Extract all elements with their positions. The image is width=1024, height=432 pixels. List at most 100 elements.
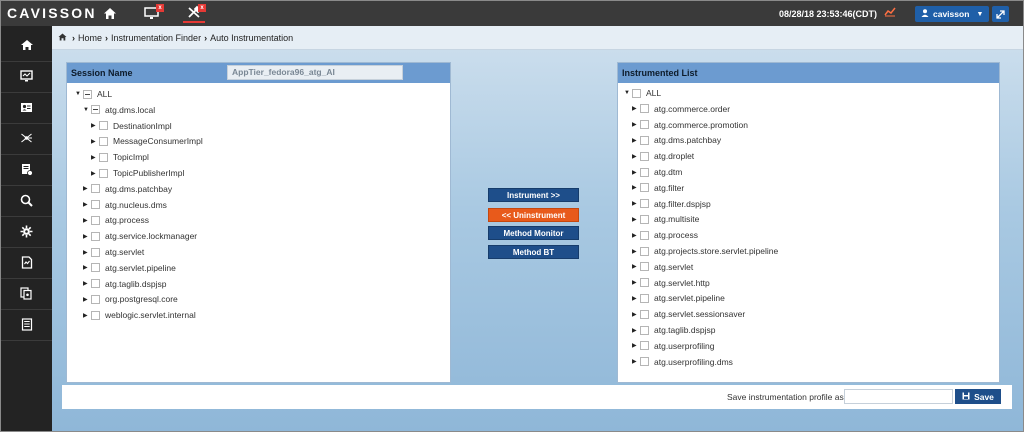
tree-node[interactable]: ▶ atg.service.lockmanager xyxy=(83,229,197,243)
user-menu-button[interactable]: cavisson ▼ xyxy=(915,6,989,22)
breadcrumb-item-instrumentation-finder[interactable]: Instrumentation Finder xyxy=(111,33,201,43)
caret-right-icon[interactable]: ▶ xyxy=(83,217,91,224)
tree-node[interactable]: ▶ atg.servlet.pipeline xyxy=(632,291,725,305)
caret-right-icon[interactable]: ▶ xyxy=(632,169,640,176)
node-checkbox[interactable] xyxy=(91,200,100,210)
tree-node[interactable]: ▶ atg.servlet.sessionsaver xyxy=(632,307,745,321)
tree-node[interactable]: ▶ atg.droplet xyxy=(632,149,694,163)
caret-down-icon[interactable]: ▼ xyxy=(83,107,91,113)
tree-node[interactable]: ▶ atg.servlet xyxy=(632,260,693,274)
tree-node[interactable]: ▶ atg.dms.patchbay xyxy=(83,182,172,196)
tree-node[interactable]: ▶ atg.filter xyxy=(632,181,684,195)
breadcrumb-item-home[interactable]: Home xyxy=(78,33,102,43)
tree-node[interactable]: ▶ atg.process xyxy=(83,213,149,227)
caret-right-icon[interactable]: ▶ xyxy=(632,263,640,270)
node-checkbox[interactable] xyxy=(91,184,100,194)
node-checkbox[interactable] xyxy=(640,293,649,303)
caret-right-icon[interactable]: ▶ xyxy=(632,248,640,255)
node-checkbox[interactable] xyxy=(640,104,649,114)
tree-node[interactable]: ▶ atg.servlet.http xyxy=(632,276,710,290)
tree-node[interactable]: ▶ DestinationImpl xyxy=(91,119,172,133)
tree-node[interactable]: ▶ atg.servlet xyxy=(83,245,144,259)
sidebar-item-dashboard[interactable] xyxy=(1,62,52,93)
tree-node[interactable]: ▶ atg.userprofiling xyxy=(632,339,714,353)
tree-node[interactable]: ▶ atg.userprofiling.dms xyxy=(632,355,733,369)
caret-right-icon[interactable]: ▶ xyxy=(632,327,640,334)
tree-node[interactable]: ▶ atg.taglib.dspjsp xyxy=(83,277,166,291)
tree-node[interactable]: ▶ atg.filter.dspjsp xyxy=(632,197,711,211)
caret-right-icon[interactable]: ▶ xyxy=(83,201,91,208)
instrument-button[interactable]: Instrument >> xyxy=(488,188,579,202)
tree-node[interactable]: ▶ org.postgresql.core xyxy=(83,292,178,306)
caret-right-icon[interactable]: ▶ xyxy=(83,296,91,303)
node-checkbox[interactable] xyxy=(640,183,649,193)
tree-node[interactable]: ▶ atg.servlet.pipeline xyxy=(83,261,176,275)
tree-node[interactable]: ▶ weblogic.servlet.internal xyxy=(83,308,196,322)
tree-node[interactable]: ▶ TopicPublisherImpl xyxy=(91,166,184,180)
profile-name-input[interactable] xyxy=(844,389,953,404)
caret-right-icon[interactable]: ▶ xyxy=(632,279,640,286)
sidebar-item-report[interactable] xyxy=(1,155,52,186)
caret-right-icon[interactable]: ▶ xyxy=(83,280,91,287)
node-checkbox[interactable] xyxy=(91,105,100,115)
sidebar-item-document[interactable] xyxy=(1,248,52,279)
sidebar-item-settings[interactable] xyxy=(1,217,52,248)
caret-right-icon[interactable]: ▶ xyxy=(632,121,640,128)
node-checkbox[interactable] xyxy=(91,215,100,225)
node-checkbox[interactable] xyxy=(99,168,108,178)
caret-right-icon[interactable]: ▶ xyxy=(632,342,640,349)
node-checkbox[interactable] xyxy=(91,263,100,273)
tree-node[interactable]: ▼ ALL xyxy=(624,86,661,100)
sidebar-item-search[interactable] xyxy=(1,186,52,217)
node-checkbox[interactable] xyxy=(640,214,649,224)
node-checkbox[interactable] xyxy=(640,151,649,161)
caret-right-icon[interactable]: ▶ xyxy=(91,122,99,129)
tree-node[interactable]: ▼ atg.dms.local xyxy=(83,103,155,117)
tree-node[interactable]: ▶ atg.nucleus.dms xyxy=(83,198,167,212)
caret-right-icon[interactable]: ▶ xyxy=(632,105,640,112)
tree-node[interactable]: ▶ TopicImpl xyxy=(91,150,149,164)
caret-right-icon[interactable]: ▶ xyxy=(632,184,640,191)
sidebar-item-idcard[interactable] xyxy=(1,93,52,124)
sidebar-item-files[interactable] xyxy=(1,279,52,310)
node-checkbox[interactable] xyxy=(640,278,649,288)
caret-right-icon[interactable]: ▶ xyxy=(632,153,640,160)
caret-right-icon[interactable]: ▶ xyxy=(83,264,91,271)
caret-right-icon[interactable]: ▶ xyxy=(632,137,640,144)
tree-node[interactable]: ▶ atg.dtm xyxy=(632,165,682,179)
node-checkbox[interactable] xyxy=(632,88,641,98)
caret-right-icon[interactable]: ▶ xyxy=(83,233,91,240)
node-checkbox[interactable] xyxy=(640,167,649,177)
caret-right-icon[interactable]: ▶ xyxy=(632,311,640,318)
caret-right-icon[interactable]: ▶ xyxy=(91,138,99,145)
home-icon[interactable] xyxy=(58,33,67,43)
node-checkbox[interactable] xyxy=(640,341,649,351)
caret-right-icon[interactable]: ▶ xyxy=(83,185,91,192)
caret-right-icon[interactable]: ▶ xyxy=(632,295,640,302)
tools-icon[interactable]: x xyxy=(183,3,206,23)
caret-right-icon[interactable]: ▶ xyxy=(83,249,91,256)
tree-node[interactable]: ▶ atg.multisite xyxy=(632,212,699,226)
sidebar-item-home[interactable] xyxy=(1,31,52,62)
caret-right-icon[interactable]: ▶ xyxy=(83,312,91,319)
save-button[interactable]: Save xyxy=(955,389,1001,404)
node-checkbox[interactable] xyxy=(99,121,108,131)
node-checkbox[interactable] xyxy=(640,262,649,272)
method-bt-button[interactable]: Method BT xyxy=(488,245,579,259)
alert-icon[interactable] xyxy=(884,7,896,20)
node-checkbox[interactable] xyxy=(640,246,649,256)
caret-right-icon[interactable]: ▶ xyxy=(632,358,640,365)
node-checkbox[interactable] xyxy=(640,309,649,319)
tree-node[interactable]: ▶ atg.commerce.promotion xyxy=(632,118,748,132)
tree-node[interactable]: ▶ atg.process xyxy=(632,228,698,242)
sidebar-item-list[interactable] xyxy=(1,310,52,341)
node-checkbox[interactable] xyxy=(91,310,100,320)
tree-node[interactable]: ▶ atg.dms.patchbay xyxy=(632,133,721,147)
node-checkbox[interactable] xyxy=(640,230,649,240)
tree-node[interactable]: ▶ atg.taglib.dspjsp xyxy=(632,323,715,337)
tree-node[interactable]: ▶ atg.commerce.order xyxy=(632,102,730,116)
tree-node[interactable]: ▶ atg.projects.store.servlet.pipeline xyxy=(632,244,778,258)
node-checkbox[interactable] xyxy=(83,89,92,99)
node-checkbox[interactable] xyxy=(99,152,108,162)
method-monitor-button[interactable]: Method Monitor xyxy=(488,226,579,240)
